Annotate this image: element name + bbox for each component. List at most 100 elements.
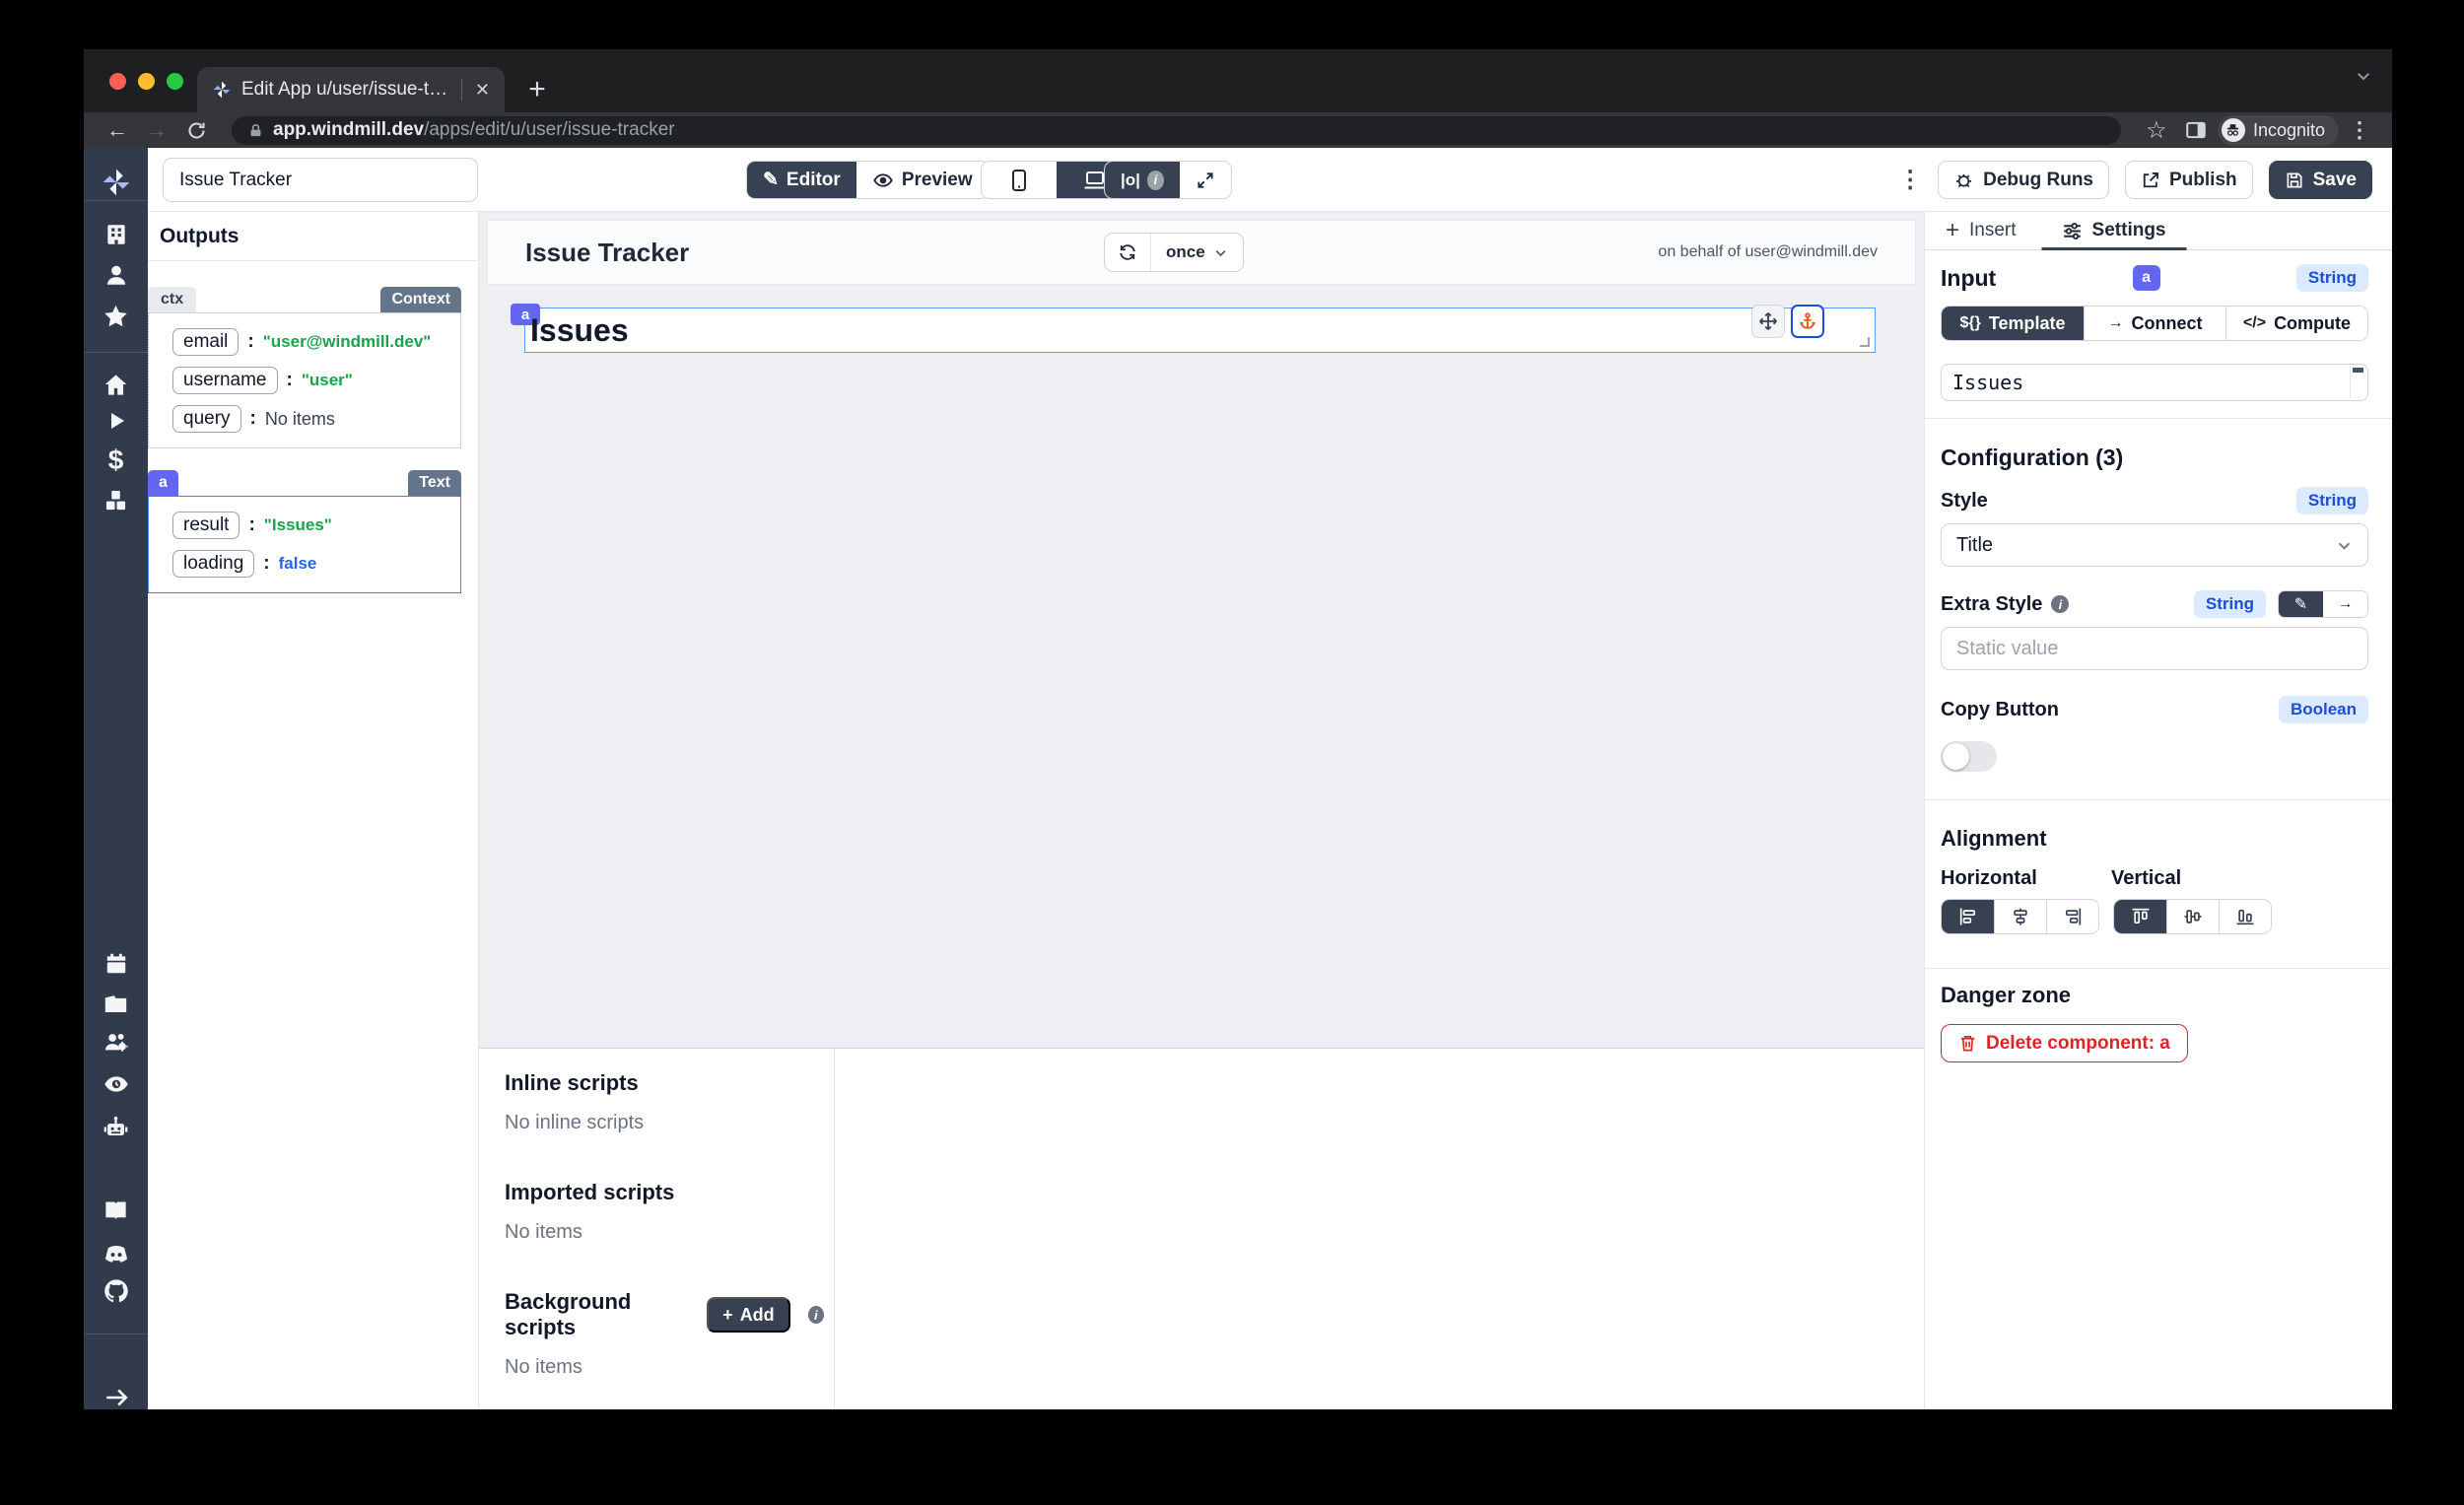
minimize-window-button[interactable]: [138, 73, 155, 90]
inline-scripts-heading: Inline scripts: [505, 1070, 824, 1096]
bug-icon: [1953, 170, 1974, 190]
mobile-view-button[interactable]: [982, 162, 1057, 198]
maximize-window-button[interactable]: [167, 73, 183, 90]
preview-tab[interactable]: Preview: [856, 162, 989, 198]
github-icon[interactable]: [100, 1274, 133, 1308]
template-editor[interactable]: Issues: [1941, 364, 2368, 401]
arrow-right-icon: →: [2108, 314, 2124, 332]
colon: :: [248, 514, 254, 536]
url-path: /apps/edit/u/user/issue-tracker: [424, 119, 675, 140]
add-background-script-button[interactable]: + Add: [707, 1297, 790, 1333]
static-edit-button[interactable]: ✎: [2279, 591, 2323, 617]
favorites-star-icon[interactable]: [100, 299, 133, 332]
runs-play-icon[interactable]: [100, 404, 133, 438]
move-handle[interactable]: [1751, 305, 1785, 338]
style-select[interactable]: Title: [1941, 523, 2368, 567]
browser-menu-icon[interactable]: ⋮: [2343, 117, 2376, 143]
close-window-button[interactable]: [109, 73, 126, 90]
more-options-icon[interactable]: ⋮: [1898, 166, 1922, 194]
editor-tab[interactable]: ✎ Editor: [747, 162, 856, 198]
user-icon[interactable]: [100, 258, 133, 292]
schedules-calendar-icon[interactable]: [100, 947, 133, 981]
tab-strip: Edit App u/user/issue-tracker ✕ +: [84, 49, 2392, 112]
bookmark-star-icon[interactable]: ☆: [2139, 115, 2174, 145]
delete-component-button[interactable]: Delete component: a: [1941, 1024, 2188, 1062]
windmill-logo[interactable]: [100, 166, 133, 199]
home-icon[interactable]: [100, 368, 133, 401]
scripts-panel: Inline scripts No inline scripts Importe…: [479, 1048, 1924, 1409]
browser-tab[interactable]: Edit App u/user/issue-tracker ✕: [197, 67, 505, 112]
align-top-button[interactable]: [2114, 900, 2166, 933]
output-key: loading: [172, 550, 254, 578]
connect-mode-button[interactable]: → Connect: [2084, 307, 2225, 340]
variables-dollar-icon[interactable]: $: [100, 444, 133, 477]
background-scripts-empty: No items: [505, 1356, 824, 1379]
active-tab-underline: [2041, 247, 2186, 250]
resources-cubes-icon[interactable]: [100, 483, 133, 516]
close-tab-icon[interactable]: ✕: [472, 80, 493, 101]
discord-icon[interactable]: [100, 1237, 133, 1270]
editor-minimap: [2353, 368, 2363, 373]
tab-search-chevron-icon[interactable]: [2355, 67, 2372, 85]
copy-button-type-badge: Boolean: [2279, 696, 2368, 723]
connect-arrow-button[interactable]: →: [2323, 591, 2367, 617]
output-row-loading[interactable]: loading : false: [172, 550, 450, 578]
tab-title: Edit App u/user/issue-tracker: [241, 79, 451, 101]
connect-label: Connect: [2132, 313, 2203, 334]
output-id-ctx[interactable]: ctx: [148, 287, 196, 312]
docs-book-icon[interactable]: [100, 1194, 133, 1227]
phone-icon: [1009, 169, 1029, 192]
vertical-label: Vertical: [2111, 867, 2181, 890]
publish-button[interactable]: Publish: [2125, 161, 2253, 199]
side-panel-icon[interactable]: [2178, 115, 2214, 145]
address-field[interactable]: app.windmill.dev/apps/edit/u/user/issue-…: [232, 116, 2121, 145]
refresh-button[interactable]: [1105, 234, 1151, 271]
app-canvas[interactable]: Issue Tracker once on behalf of: [479, 212, 1924, 1048]
fullscreen-button[interactable]: [1180, 162, 1231, 198]
copy-button-toggle[interactable]: [1941, 741, 1997, 772]
back-icon[interactable]: ←: [100, 115, 135, 145]
anchor-button[interactable]: [1791, 305, 1824, 338]
extra-style-input[interactable]: [1941, 627, 2368, 670]
info-icon[interactable]: i: [2051, 595, 2069, 613]
output-row-query[interactable]: query : No items: [172, 405, 450, 433]
scripts-panel-empty-area: [835, 1049, 1924, 1409]
text-component-a[interactable]: a Issues: [524, 308, 1876, 353]
groups-icon[interactable]: [100, 1025, 133, 1059]
output-value: No items: [265, 409, 335, 430]
info-icon[interactable]: i: [808, 1306, 824, 1324]
align-right-button[interactable]: [2046, 900, 2098, 933]
align-left-button[interactable]: [1942, 900, 1994, 933]
tab-settings[interactable]: Settings: [2062, 212, 2166, 249]
expand-sidebar-arrow-icon[interactable]: [100, 1381, 133, 1409]
compute-mode-button[interactable]: </> Compute: [2225, 307, 2367, 340]
workers-robot-icon[interactable]: [100, 1110, 133, 1143]
output-row-email[interactable]: email : "user@windmill.dev": [172, 328, 450, 356]
add-label: Add: [740, 1305, 775, 1326]
output-id-a[interactable]: a: [148, 470, 178, 496]
bounds-view-button[interactable]: |o| i: [1105, 162, 1180, 198]
template-mode-button[interactable]: ${} Template: [1942, 307, 2084, 340]
folders-icon[interactable]: [100, 987, 133, 1020]
output-row-result[interactable]: result : "Issues": [172, 512, 450, 539]
refresh-mode-dropdown[interactable]: once: [1151, 234, 1243, 271]
save-button[interactable]: Save: [2269, 161, 2372, 199]
trash-icon: [1958, 1034, 1977, 1053]
forward-icon[interactable]: →: [139, 115, 174, 145]
debug-runs-button[interactable]: Debug Runs: [1938, 161, 2109, 199]
app-sidebar: $: [84, 148, 148, 1409]
workspace-icon[interactable]: [100, 218, 133, 251]
extra-style-text: Extra Style: [1941, 593, 2042, 616]
insert-label: Insert: [1969, 220, 2017, 241]
new-tab-button[interactable]: +: [519, 75, 555, 104]
align-middle-button[interactable]: [2166, 900, 2219, 933]
reload-icon[interactable]: [178, 115, 214, 145]
tab-divider: [461, 79, 462, 101]
align-bottom-button[interactable]: [2219, 900, 2271, 933]
app-title-input[interactable]: [163, 158, 478, 202]
resize-handle[interactable]: [1860, 337, 1870, 347]
audit-logs-eye-icon[interactable]: [100, 1067, 133, 1101]
tab-insert[interactable]: + Insert: [1946, 212, 2017, 249]
output-row-username[interactable]: username : "user": [172, 367, 450, 394]
align-center-button[interactable]: [1994, 900, 2046, 933]
